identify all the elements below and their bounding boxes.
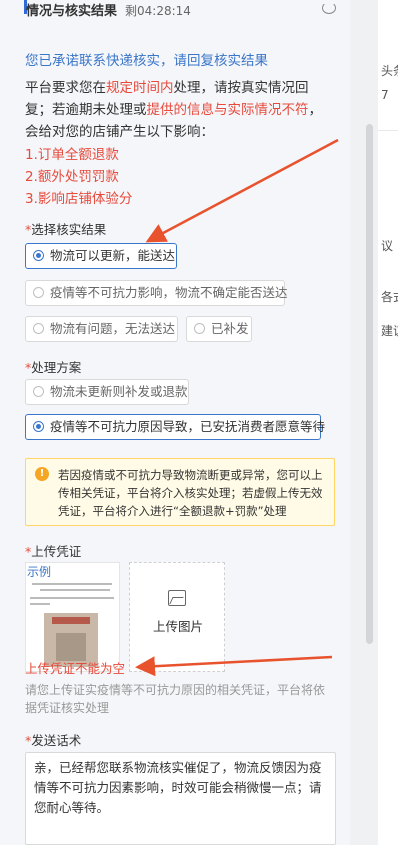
option-label: 物流可以更新，能送达: [50, 248, 176, 263]
option-label: 物流有问题，无法送达: [50, 321, 176, 336]
verify-option-logistics-ok[interactable]: 物流可以更新，能送达: [25, 243, 177, 269]
requirement-line-2: 复；若逾期未处理或提供的信息与实际情况不符，: [25, 99, 322, 121]
option-label: 已补发: [211, 321, 249, 336]
upload-help-text: 请您上传证实疫情等不可抗力原因的相关凭证，平台将依据凭证核实处理: [25, 683, 326, 715]
impact-item: 2.额外处罚罚款: [25, 169, 119, 185]
notice-text: 若因疫情或不可抗力导致物流断更或异常，您可以上传相关凭证，平台将介入核实处理；若…: [58, 468, 323, 518]
document-line: [40, 589, 110, 591]
upload-image-button[interactable]: 上传图片: [129, 562, 225, 672]
option-label: 疫情等不可抗力影响，物流不确定能否送达: [50, 285, 288, 300]
text-span: 处理，请按真实情况回: [173, 80, 309, 96]
section-title: 情况与核实结果: [26, 4, 118, 18]
speech-textarea[interactable]: 亲，已经帮您联系物流核实催促了，物流反馈因为疫情等不可抗力因素影响，时效可能会稍…: [25, 752, 336, 845]
requirement-line-3: 会给对您的店铺产生以下影响：: [25, 124, 214, 140]
document-line: [32, 583, 112, 585]
warning-notice: ! 若因疫情或不可抗力导致物流断更或异常，您可以上传相关凭证，平台将介入核实处理…: [25, 458, 335, 526]
plan-option-customer-wait[interactable]: 疫情等不可抗力原因导致，已安抚消费者愿意等待: [25, 414, 325, 440]
radio-icon: [33, 386, 44, 397]
option-label: 疫情等不可抗力原因导致，已安抚消费者愿意等待: [50, 419, 326, 434]
refresh-icon[interactable]: [322, 2, 336, 14]
speech-label: *发送话术: [25, 733, 82, 748]
label-text: 处理方案: [31, 360, 82, 375]
verification-drawer: 情况与核实结果 剩04:28:14 您已承诺联系快递核实，请回复核实结果 平台要求…: [0, 0, 350, 845]
scrollbar-thumb[interactable]: [366, 124, 373, 644]
warning-icon: !: [35, 467, 49, 481]
divider: [378, 130, 398, 131]
verify-option-epidemic[interactable]: 疫情等不可抗力影响，物流不确定能否送达: [25, 280, 288, 306]
label-text: 发送话术: [31, 733, 82, 748]
text-span: 平台要求您在: [25, 80, 106, 96]
verify-option-undeliverable[interactable]: 物流有问题，无法送达: [25, 316, 178, 342]
panel-gutter: [350, 0, 358, 845]
text-span: ，: [308, 102, 323, 118]
upload-label: *上传凭证: [25, 544, 82, 559]
verify-option-reshipped[interactable]: 已补发: [186, 316, 252, 342]
background-text: 7: [381, 88, 389, 102]
image-icon: [168, 590, 186, 606]
impact-item: 1.订单全额退款: [25, 147, 119, 163]
verify-result-label: *选择核实结果: [25, 222, 107, 237]
option-label: 物流未更新则补发或退款: [50, 384, 188, 399]
plan-option-reship-or-refund[interactable]: 物流未更新则补发或退款: [25, 379, 189, 405]
radio-icon: [33, 323, 44, 334]
background-text: 各式: [381, 290, 398, 304]
background-text: 建议: [381, 324, 398, 338]
example-label: 示例: [27, 565, 52, 579]
countdown-timer: 剩04:28:14: [125, 4, 191, 18]
promise-text: 您已承诺联系快递核实，请回复核实结果: [25, 53, 268, 69]
requirement-line-1: 平台要求您在规定时间内处理，请按真实情况回: [25, 77, 309, 99]
upload-error-text: 上传凭证不能为空: [25, 661, 126, 676]
radio-icon: [194, 323, 205, 334]
document-line: [30, 597, 114, 599]
impact-item: 3.影响店铺体验分: [25, 191, 133, 207]
label-text: 上传凭证: [31, 544, 82, 559]
highlight-text: 提供的信息与实际情况不符: [146, 102, 309, 118]
highlight-text: 规定时间内: [106, 80, 174, 96]
example-image[interactable]: 示例: [25, 562, 120, 672]
label-text: 选择核实结果: [31, 222, 107, 237]
background-text: 头条: [381, 64, 398, 78]
plan-label: *处理方案: [25, 360, 82, 375]
background-text: 议: [381, 239, 394, 253]
text-span: 复；若逾期未处理或: [25, 102, 147, 118]
radio-icon: [33, 287, 44, 298]
document-line: [30, 603, 50, 605]
background-page: 头条 7 议 各式 建议: [378, 0, 398, 845]
radio-selected-icon: [33, 421, 44, 432]
upload-button-label: 上传图片: [152, 619, 203, 634]
section-header: 情况与核实结果 剩04:28:14: [26, 0, 346, 18]
radio-selected-icon: [33, 250, 44, 261]
